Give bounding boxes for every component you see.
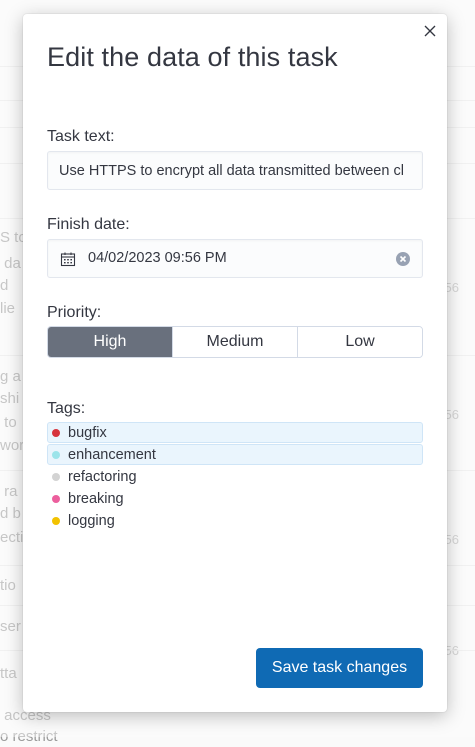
modal-title: Edit the data of this task	[47, 42, 338, 72]
tag-label: breaking	[68, 490, 124, 507]
task-text-label: Task text:	[47, 128, 115, 145]
finish-date-value: 04/02/2023 09:56 PM	[88, 250, 227, 266]
tag-color-dot	[52, 450, 60, 459]
finish-date-label: Finish date:	[47, 216, 130, 233]
calendar-icon	[60, 251, 76, 267]
tag-label: enhancement	[68, 446, 156, 463]
tags-label: Tags:	[47, 400, 86, 417]
tag-label: refactoring	[68, 468, 137, 485]
tag-option-logging[interactable]: logging	[47, 510, 423, 531]
tag-color-dot	[52, 494, 60, 503]
tag-option-bugfix[interactable]: bugfix	[47, 422, 423, 443]
priority-high-button[interactable]: High	[48, 327, 173, 357]
tag-color-dot	[52, 516, 60, 525]
clear-icon[interactable]	[395, 251, 411, 267]
tags-list: bugfix enhancement refactoring breaking …	[47, 422, 423, 532]
priority-low-button[interactable]: Low	[298, 327, 422, 357]
tag-label: bugfix	[68, 424, 107, 441]
priority-label: Priority:	[47, 304, 102, 321]
tag-option-breaking[interactable]: breaking	[47, 488, 423, 509]
tag-label: logging	[68, 512, 115, 529]
tag-color-dot	[52, 428, 60, 437]
tag-option-refactoring[interactable]: refactoring	[47, 466, 423, 487]
save-task-changes-button[interactable]: Save task changes	[256, 648, 423, 688]
edit-task-modal: Edit the data of this task Task text: Fi…	[23, 14, 447, 712]
tag-option-enhancement[interactable]: enhancement	[47, 444, 423, 465]
task-text-input[interactable]	[48, 152, 422, 189]
close-icon[interactable]	[423, 24, 437, 38]
finish-date-picker[interactable]: 04/02/2023 09:56 PM	[47, 239, 423, 278]
priority-button-group: High Medium Low	[47, 326, 423, 358]
priority-medium-button[interactable]: Medium	[173, 327, 298, 357]
task-text-field	[47, 151, 423, 190]
tag-color-dot	[52, 472, 60, 481]
